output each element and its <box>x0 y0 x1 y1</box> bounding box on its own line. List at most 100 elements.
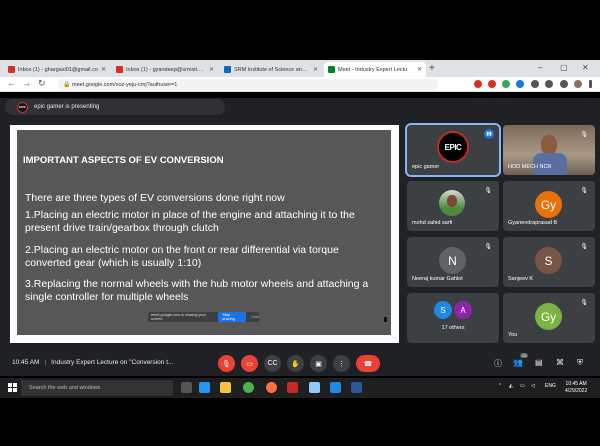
participant-tile-zahid[interactable]: 🎙 mohd zahid sarfi <box>407 181 499 231</box>
profile-avatar[interactable] <box>574 80 582 88</box>
zoom-icon[interactable] <box>330 382 341 393</box>
taskbar-search-text: Search the web and windows <box>29 385 101 391</box>
camera-toggle-button[interactable]: ▭ <box>241 355 258 372</box>
url-text: meet.google.com/xoz-yeju-cmj?authuser=1 <box>72 81 178 88</box>
people-icon[interactable]: 👥 <box>513 358 523 367</box>
maximize-icon[interactable]: ▢ <box>560 63 568 72</box>
mic-off-icon: 🎙 <box>580 188 588 194</box>
stop-sharing-button[interactable]: Stop sharing <box>218 312 247 322</box>
app-icon[interactable] <box>287 382 298 393</box>
store-icon[interactable] <box>199 382 210 393</box>
task-view-icon[interactable] <box>181 382 192 393</box>
language-indicator[interactable]: ENG <box>545 383 556 389</box>
slide-point-1: 1.Placing an electric motor in place of … <box>25 209 385 235</box>
point-number: 1. <box>25 209 34 221</box>
raise-hand-button[interactable]: ✋ <box>287 355 304 372</box>
end-call-button[interactable]: ☎ <box>356 355 380 372</box>
extension-icon[interactable] <box>516 80 524 88</box>
battery-icon[interactable]: ▭ <box>520 383 525 389</box>
chrome-icon[interactable] <box>243 382 254 393</box>
shared-screen: IMPORTANT ASPECTS OF EV CONVERSION There… <box>10 125 399 343</box>
tab-srm[interactable]: SRM Institute of Science and Tec ✕ <box>220 62 322 77</box>
tab-gmail-2[interactable]: Inbox (1) - gyandeep@srmist.edu ✕ <box>112 62 218 77</box>
avatar: Gy <box>535 303 562 330</box>
system-clock[interactable]: 10:45 AM 4/29/2022 <box>565 381 587 395</box>
reload-icon[interactable]: ↻ <box>38 78 46 89</box>
epic-logo: EPIC <box>437 131 469 163</box>
avatar: S <box>434 301 452 319</box>
tab-close-icon[interactable]: ✕ <box>313 66 318 73</box>
windows-start-icon[interactable] <box>8 383 17 392</box>
tab-close-icon[interactable]: ✕ <box>417 66 422 73</box>
speaking-indicator-icon: ▮▮ <box>484 129 494 139</box>
network-icon[interactable]: ◭ <box>509 383 513 389</box>
srm-icon <box>224 66 231 73</box>
lock-icon: 🔒 <box>63 82 71 88</box>
menu-icon[interactable] <box>589 80 592 88</box>
slide-title: IMPORTANT ASPECTS OF EV CONVERSION <box>23 155 224 166</box>
extension-icon[interactable] <box>531 80 539 88</box>
activities-icon[interactable]: ⌘ <box>556 358 564 367</box>
meet-control-bar: 10:45 AM | Industry Expert Lecture on "Con… <box>0 350 600 376</box>
tab-meet[interactable]: Meet - Industry Expert Lectu ✕ <box>324 62 426 77</box>
captions-button[interactable]: CC <box>264 355 281 372</box>
participant-tile-others[interactable]: S A 17 others <box>407 293 499 343</box>
avatar: N <box>439 247 466 274</box>
participant-tile-neeraj[interactable]: N 🎙 Neeraj kumar Gahlot <box>407 237 499 287</box>
new-tab-icon[interactable]: + <box>429 63 435 74</box>
browser-tab-strip: Inbox (1) - ghargaxi01@gmail.co ✕ Inbox … <box>0 60 600 77</box>
tab-title: Inbox (1) - gyandeep@srmist.edu <box>126 66 206 73</box>
slide-point-2: 2.Placing an electric motor on the front… <box>25 244 385 270</box>
mic-toggle-button[interactable]: 🎙 <box>218 355 235 372</box>
participant-tile-sanjeev[interactable]: S 🎙 Sanjeev K <box>503 237 595 287</box>
presenting-pill[interactable]: EPIC epic gamer is presenting <box>5 99 225 115</box>
tray-chevron-icon[interactable]: ⌃ <box>498 383 502 389</box>
participant-count-badge: 25 <box>520 353 529 358</box>
point-number: 2. <box>25 244 34 256</box>
windows-taskbar: Search the web and windows ⌃ ◭ ▭ ◁ ENG 1… <box>0 378 600 398</box>
sidebar-icon[interactable] <box>560 80 568 88</box>
url-field[interactable]: 🔒 meet.google.com/xoz-yeju-cmj?authuser=… <box>58 79 438 90</box>
hide-button[interactable]: Hide <box>251 315 259 319</box>
tab-title: SRM Institute of Science and Tec <box>234 66 310 73</box>
tab-close-icon[interactable]: ✕ <box>209 66 214 73</box>
extension-icon[interactable] <box>474 80 482 88</box>
presentation-slide: IMPORTANT ASPECTS OF EV CONVERSION There… <box>17 130 391 335</box>
mic-off-icon: 🎙 <box>484 188 492 194</box>
photos-icon[interactable] <box>309 382 320 393</box>
participant-tile-you[interactable]: Gy 🎙 You <box>503 293 595 343</box>
slide-intro: There are three types of EV conversions … <box>25 192 285 204</box>
participant-name: epic gamer <box>412 164 440 170</box>
host-controls-icon[interactable]: ⛨ <box>577 358 583 368</box>
tab-close-icon[interactable]: ✕ <box>101 66 106 73</box>
mic-off-icon: 🎙 <box>484 244 492 250</box>
word-icon[interactable] <box>351 382 362 393</box>
forward-icon[interactable]: → <box>22 78 31 88</box>
participant-name: Sanjeev K <box>508 276 534 282</box>
file-explorer-icon[interactable] <box>220 382 231 393</box>
participant-tile-gyanendra[interactable]: Gy 🎙 Gyanendraprasad B <box>503 181 595 231</box>
firefox-icon[interactable] <box>266 382 277 393</box>
meeting-info: 10:45 AM | Industry Expert Lecture on "Con… <box>12 359 174 366</box>
avatar: A <box>454 301 472 319</box>
avatar: S <box>535 247 562 274</box>
back-icon[interactable]: ← <box>7 78 16 88</box>
chat-icon[interactable]: ▤ <box>535 358 543 367</box>
volume-icon[interactable]: ◁ <box>531 383 535 389</box>
share-bar-text: meet.google.com is sharing your screen. <box>151 313 206 321</box>
gmail-icon <box>116 66 123 73</box>
minimize-icon[interactable]: – <box>538 63 542 72</box>
close-window-icon[interactable]: ✕ <box>582 63 589 72</box>
participant-tile-epic-gamer[interactable]: EPIC ▮▮ epic gamer <box>405 123 501 177</box>
tab-gmail-1[interactable]: Inbox (1) - ghargaxi01@gmail.co ✕ <box>4 62 110 77</box>
taskbar-search-box[interactable]: Search the web and windows <box>21 380 173 396</box>
clock-time: 10:45 AM <box>565 381 587 387</box>
more-options-button[interactable]: ⋮ <box>333 355 350 372</box>
info-icon[interactable]: ⓘ <box>494 358 502 369</box>
extension-icon[interactable] <box>488 80 496 88</box>
extension-icon[interactable] <box>502 80 510 88</box>
participant-tile-hod[interactable]: 🎙 HOD MECH NCR <box>503 125 595 175</box>
screen: Inbox (1) - ghargaxi01@gmail.co ✕ Inbox … <box>0 0 600 446</box>
puzzle-icon[interactable] <box>545 80 553 88</box>
present-button[interactable]: ▣ <box>310 355 327 372</box>
